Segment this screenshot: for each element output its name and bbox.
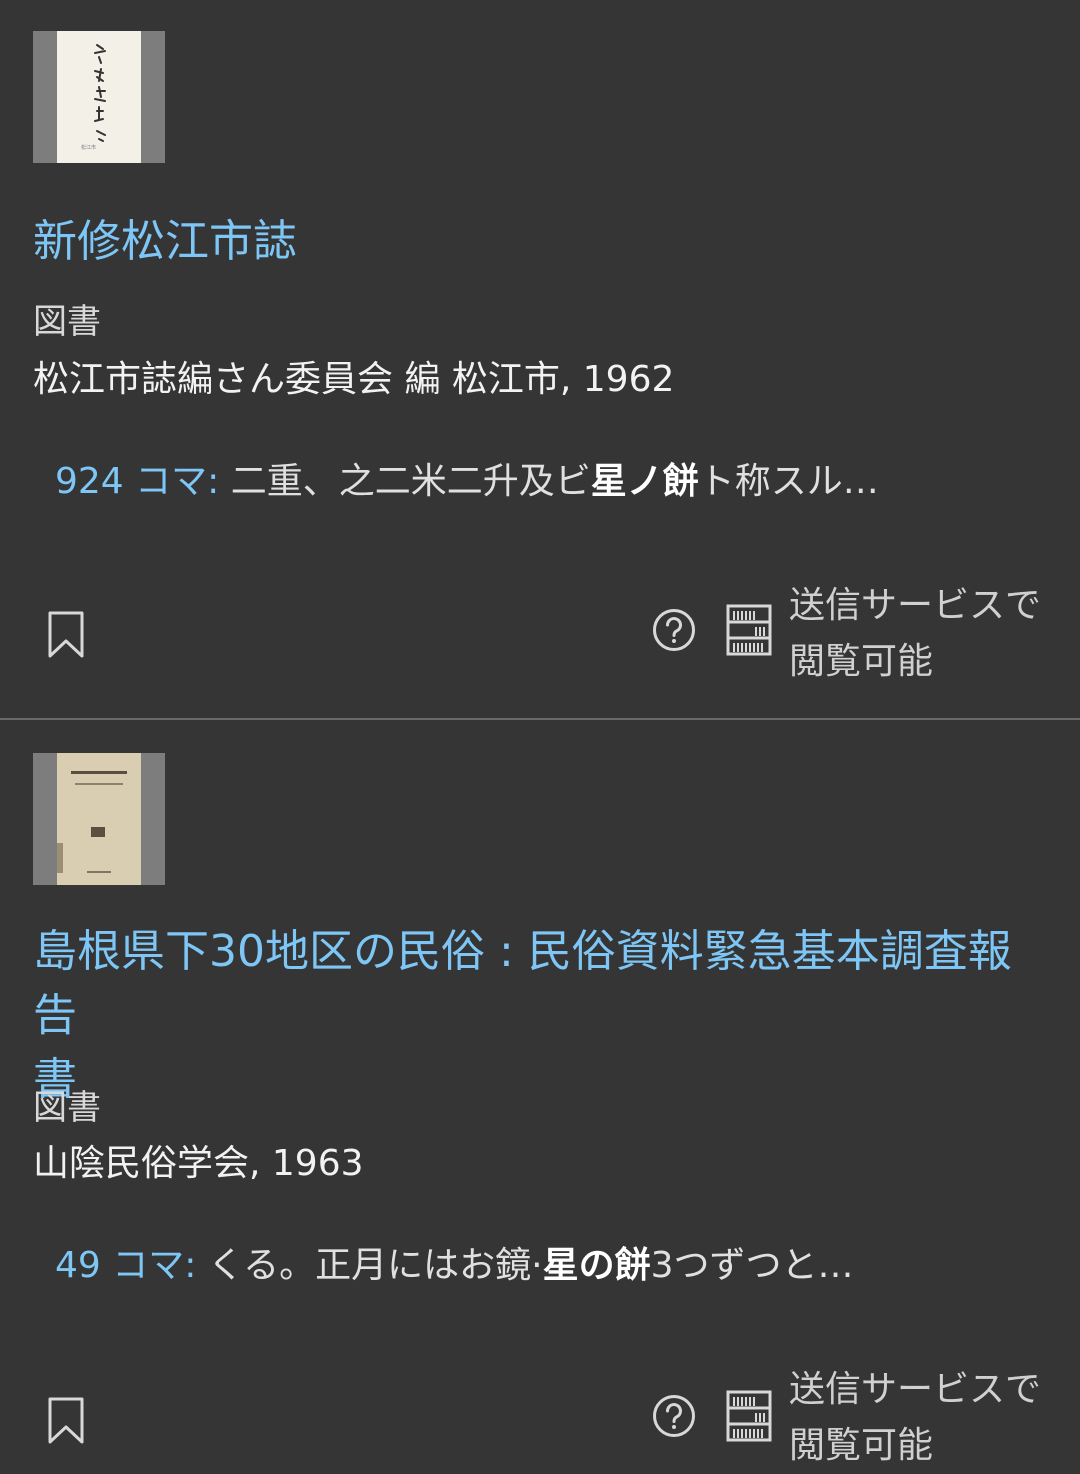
help-circle-icon[interactable] <box>652 1394 696 1438</box>
material-type: 図書 <box>33 302 101 342</box>
fulltext-snippet[interactable]: 49 コマ: くる。正月にはお鏡·星の餅3つずつと… <box>55 1242 853 1290</box>
svg-text:松江市: 松江市 <box>81 144 96 151</box>
fulltext-snippet[interactable]: 924 コマ: 二重、之二米二升及ビ星ノ餅ト称スル… <box>55 458 879 506</box>
result-metadata: 松江市誌編さん委員会 編 松江市, 1962 <box>33 359 675 400</box>
library-shelf-icon <box>726 604 772 656</box>
access-status: 送信サービスで 閲覧可能 <box>789 1362 1079 1474</box>
snippet-text: 二重、之二米二升及ビ <box>219 461 591 502</box>
result-title[interactable]: 島根県下30地区の民俗 : 民俗資料緊急基本調査報告 書 <box>33 920 1043 1112</box>
frame-number-link[interactable]: 49 コマ: <box>55 1245 196 1286</box>
access-status-line: 閲覧可能 <box>789 641 934 682</box>
material-type: 図書 <box>33 1088 101 1128</box>
snippet-text: くる。正月にはお鏡· <box>196 1245 543 1286</box>
access-status-line: 閲覧可能 <box>789 1425 934 1466</box>
access-status-line: 送信サービスで <box>789 1369 1042 1410</box>
result-item: 松江市 新修松江市誌 図書 松江市誌編さん委員会 編 松江市, 1962 924… <box>0 0 1080 718</box>
snippet-highlight: 星の餅 <box>542 1245 651 1286</box>
result-title-line[interactable]: 島根県下30地区の民俗 : 民俗資料緊急基本調査報告 <box>33 920 1043 1048</box>
book-cover: 松江市 <box>57 31 141 163</box>
library-shelf-icon <box>726 1390 772 1442</box>
snippet-highlight: 星ノ餅 <box>590 461 699 502</box>
frame-number-link[interactable]: 924 コマ: <box>55 461 219 502</box>
snippet-text: 3つずつと… <box>650 1245 854 1286</box>
help-circle-icon[interactable] <box>652 608 696 652</box>
result-item: 島根県下30地区の民俗 : 民俗資料緊急基本調査報告 書 図書 山陰民俗学会, … <box>0 720 1080 1469</box>
cover-print-image <box>57 771 127 873</box>
cover-calligraphy-image: 松江市 <box>81 44 106 151</box>
access-status: 送信サービスで 閲覧可能 <box>789 578 1079 690</box>
result-metadata: 山陰民俗学会, 1963 <box>33 1143 364 1184</box>
book-cover <box>57 753 141 885</box>
book-thumbnail[interactable]: 松江市 <box>33 31 165 163</box>
result-title[interactable]: 新修松江市誌 <box>33 210 1043 274</box>
bookmark-icon[interactable] <box>46 610 86 660</box>
book-thumbnail[interactable] <box>33 753 165 885</box>
bookmark-icon[interactable] <box>46 1396 86 1446</box>
access-status-line: 送信サービスで <box>789 585 1042 626</box>
result-title-line[interactable]: 書 <box>33 1048 1043 1112</box>
snippet-text: ト称スル… <box>698 461 879 502</box>
